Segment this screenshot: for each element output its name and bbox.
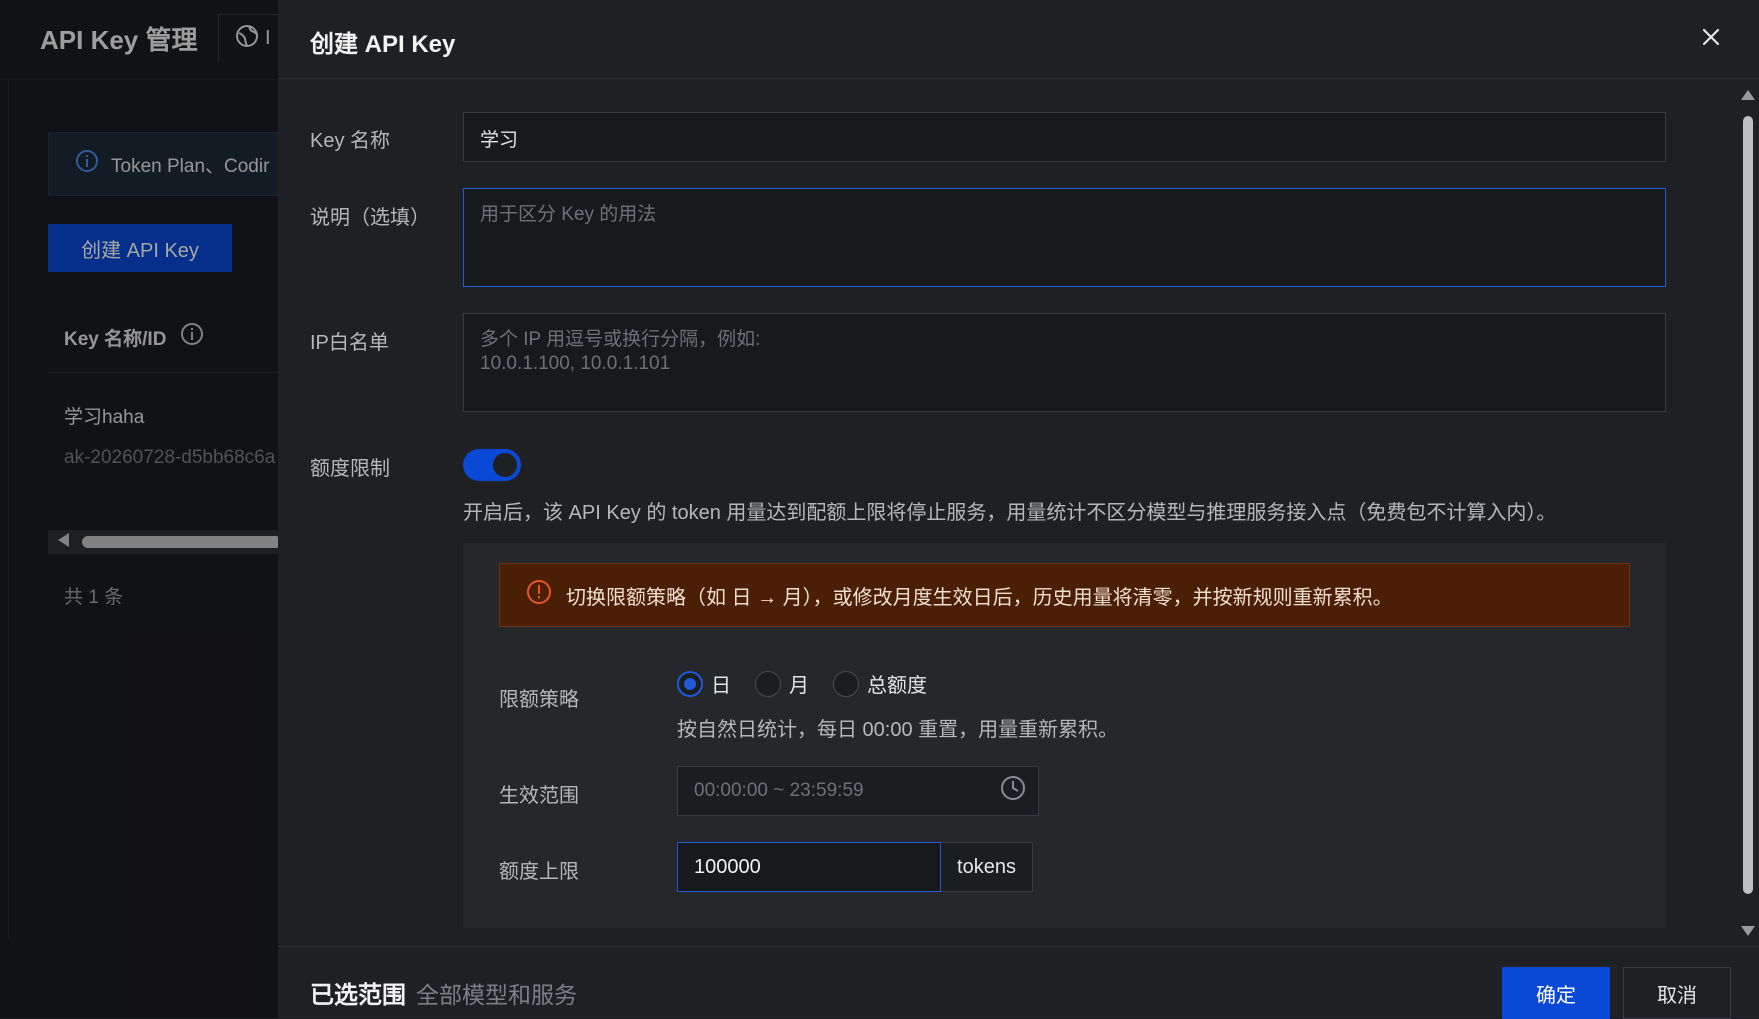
scrollbar-thumb[interactable]	[1743, 116, 1753, 894]
modal-overlay[interactable]	[0, 0, 278, 1018]
drawer-title: 创建 API Key	[310, 31, 456, 58]
drawer-header: 创建 API Key	[278, 0, 1759, 79]
strategy-radio-month[interactable]: 月	[755, 669, 809, 698]
limit-label: 额度上限	[499, 861, 579, 883]
radio-indicator[interactable]	[833, 670, 859, 697]
ip-whitelist-placeholder: 多个 IP 用逗号或换行分隔，例如: 10.0.1.100, 10.0.1.10…	[480, 329, 761, 374]
key-name-value: 学习	[480, 130, 519, 151]
ip-whitelist-textarea[interactable]: 多个 IP 用逗号或换行分隔，例如: 10.0.1.100, 10.0.1.10…	[463, 313, 1666, 412]
scope-value: 全部模型和服务	[416, 982, 577, 1008]
clock-icon	[1000, 775, 1026, 807]
ip-whitelist-label: IP白名单	[310, 332, 389, 354]
scroll-down-icon[interactable]	[1741, 926, 1755, 936]
limit-value: 100000	[694, 855, 761, 878]
warning-text: 切换限额策略（如 日 → 月），或修改月度生效日后，历史用量将清零，并按新规则重…	[566, 586, 1393, 609]
scope-label: 已选范围	[310, 982, 406, 1009]
confirm-button[interactable]: 确定	[1502, 967, 1610, 1019]
effective-range-placeholder: 00:00:00 ~ 23:59:59	[694, 780, 864, 801]
radio-label: 月	[789, 675, 809, 697]
radio-indicator[interactable]	[677, 670, 703, 697]
quota-hint: 开启后，该 API Key 的 token 用量达到配额上限将停止服务，用量统计…	[463, 502, 1557, 524]
strategy-hint: 按自然日统计，每日 00:00 重置，用量重新累积。	[677, 719, 1119, 741]
radio-indicator[interactable]	[755, 670, 781, 697]
effective-range-label: 生效范围	[499, 785, 579, 807]
limit-input[interactable]: 100000	[677, 842, 941, 892]
key-name-label: Key 名称	[310, 130, 391, 152]
description-label: 说明（选填）	[310, 207, 430, 229]
create-api-key-drawer: 创建 API Key Key 名称 学习 说明（选填） 用于区分 Key 的用法…	[278, 0, 1759, 1019]
close-icon	[1701, 27, 1721, 52]
radio-label: 日	[711, 675, 731, 697]
strategy-radio-group: 日 月 总额度	[677, 669, 951, 698]
strategy-radio-day[interactable]: 日	[677, 669, 731, 698]
strategy-radio-total[interactable]: 总额度	[833, 669, 927, 698]
vertical-scrollbar[interactable]	[1737, 80, 1759, 945]
limit-unit-addon: tokens	[941, 842, 1033, 892]
warning-icon	[526, 579, 552, 611]
quota-limit-toggle[interactable]	[463, 449, 521, 481]
quota-limit-label: 额度限制	[310, 458, 390, 480]
cancel-button[interactable]: 取消	[1623, 967, 1731, 1019]
effective-range-picker[interactable]: 00:00:00 ~ 23:59:59	[677, 766, 1039, 816]
drawer-footer: 已选范围 全部模型和服务 确定 取消	[278, 946, 1759, 1019]
close-button[interactable]	[1694, 22, 1728, 56]
scroll-up-icon[interactable]	[1741, 90, 1755, 100]
warning-alert: 切换限额策略（如 日 → 月），或修改月度生效日后，历史用量将清零，并按新规则重…	[499, 563, 1630, 627]
description-placeholder: 用于区分 Key 的用法	[480, 204, 657, 225]
toggle-knob	[493, 453, 517, 477]
description-textarea[interactable]: 用于区分 Key 的用法	[463, 188, 1666, 287]
key-name-input[interactable]: 学习	[463, 112, 1666, 162]
radio-label: 总额度	[867, 675, 927, 697]
strategy-label: 限额策略	[499, 689, 579, 711]
quota-settings-panel: 切换限额策略（如 日 → 月），或修改月度生效日后，历史用量将清零，并按新规则重…	[463, 543, 1666, 928]
